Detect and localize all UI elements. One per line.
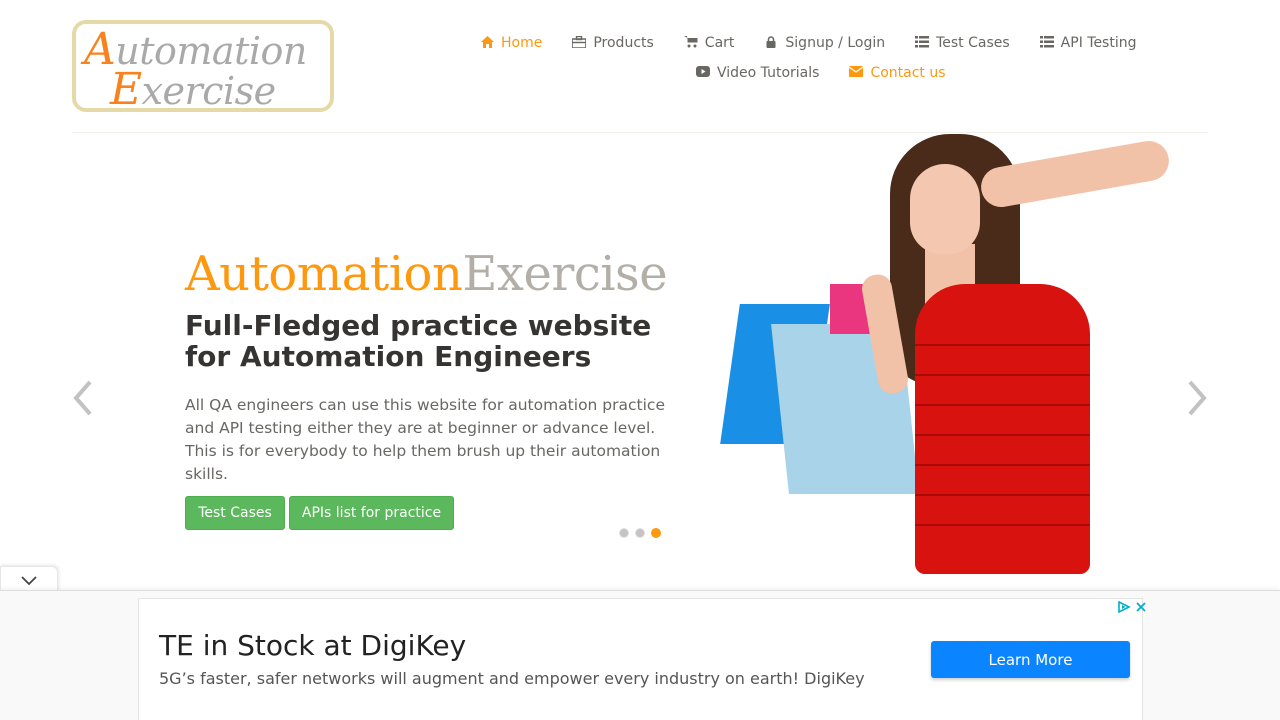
nav-item-products[interactable]: Products [571,35,654,51]
envelope-icon [849,66,864,80]
slider-dot-3[interactable] [651,528,661,538]
nav-label-test-cases: Test Cases [936,35,1010,51]
nav-label-products: Products [593,35,654,51]
ad-content[interactable]: TE in Stock at DigiKey 5G’s faster, safe… [138,598,1146,720]
ad-title[interactable]: TE in Stock at DigiKey [159,629,466,662]
nav-item-cart[interactable]: Cart [683,35,735,51]
nav-item-home[interactable]: Home [480,35,542,51]
site-logo[interactable]: Automation Exercise [72,20,334,115]
nav-label-video-tutorials: Video Tutorials [717,65,820,81]
model-arm-raised [977,137,1173,211]
slider-dot-1[interactable] [619,528,629,538]
slider-dot-2[interactable] [635,528,645,538]
ad-subtitle: 5G’s faster, safer networks will augment… [159,669,865,688]
chevron-left-icon [73,380,92,416]
learn-more-button[interactable]: Learn More [931,641,1130,678]
nav-item-api-testing[interactable]: API Testing [1039,35,1137,51]
chevron-down-icon [21,575,37,585]
lock-icon [764,35,778,51]
test-cases-button[interactable]: Test Cases [185,496,285,530]
close-icon[interactable] [1134,600,1148,614]
logo-line-2: Exercise [110,64,276,115]
chevron-right-icon [1188,380,1207,416]
header-divider [72,132,1208,133]
slider-next-arrow[interactable] [1186,378,1210,425]
model-red-dress [915,284,1090,574]
nav-label-cart: Cart [704,35,735,51]
home-icon [480,35,494,51]
page: Automation Exercise Home Products Cart S… [0,0,1280,720]
brand-part-1: Automation [185,246,463,302]
nav-item-test-cases[interactable]: Test Cases [915,35,1010,51]
ad-controls [1114,600,1148,614]
nav-item-contact-us[interactable]: Contact us [849,65,946,81]
nav-label-api-testing: API Testing [1060,35,1137,51]
list-icon [915,35,930,51]
nav-row-1: Home Products Cart Signup / Login Test C… [470,28,1170,58]
briefcase-icon [571,35,588,51]
list-icon [1039,35,1054,51]
slider-brand: AutomationExercise [185,246,668,302]
slider-indicators [619,528,667,538]
logo-text-2: xercise [141,69,277,113]
slider-prev-arrow[interactable] [70,378,94,425]
ad-banner: TE in Stock at DigiKey 5G’s faster, safe… [0,590,1280,720]
apis-list-button[interactable]: APIs list for practice [289,496,454,530]
slider-description: All QA engineers can use this website fo… [185,396,665,483]
model-face [910,164,980,254]
nav-label-home: Home [501,35,543,51]
nav-row-2: Video Tutorials Contact us [470,58,1170,88]
nav-item-video-tutorials[interactable]: Video Tutorials [696,65,819,81]
youtube-play-icon [696,66,710,80]
slider-hero-image [720,134,1180,574]
slider-headline: Full-Fledged practice website for Automa… [185,309,652,373]
cart-icon [683,35,698,51]
main-nav: Home Products Cart Signup / Login Test C… [470,28,1170,88]
brand-part-2: Exercise [462,246,668,302]
adchoices-icon[interactable] [1117,600,1131,614]
nav-label-signup-login: Signup / Login [785,35,886,51]
nav-label-contact-us: Contact us [870,65,946,81]
nav-item-signup-login[interactable]: Signup / Login [764,35,885,51]
logo-cap-e: E [110,64,142,115]
